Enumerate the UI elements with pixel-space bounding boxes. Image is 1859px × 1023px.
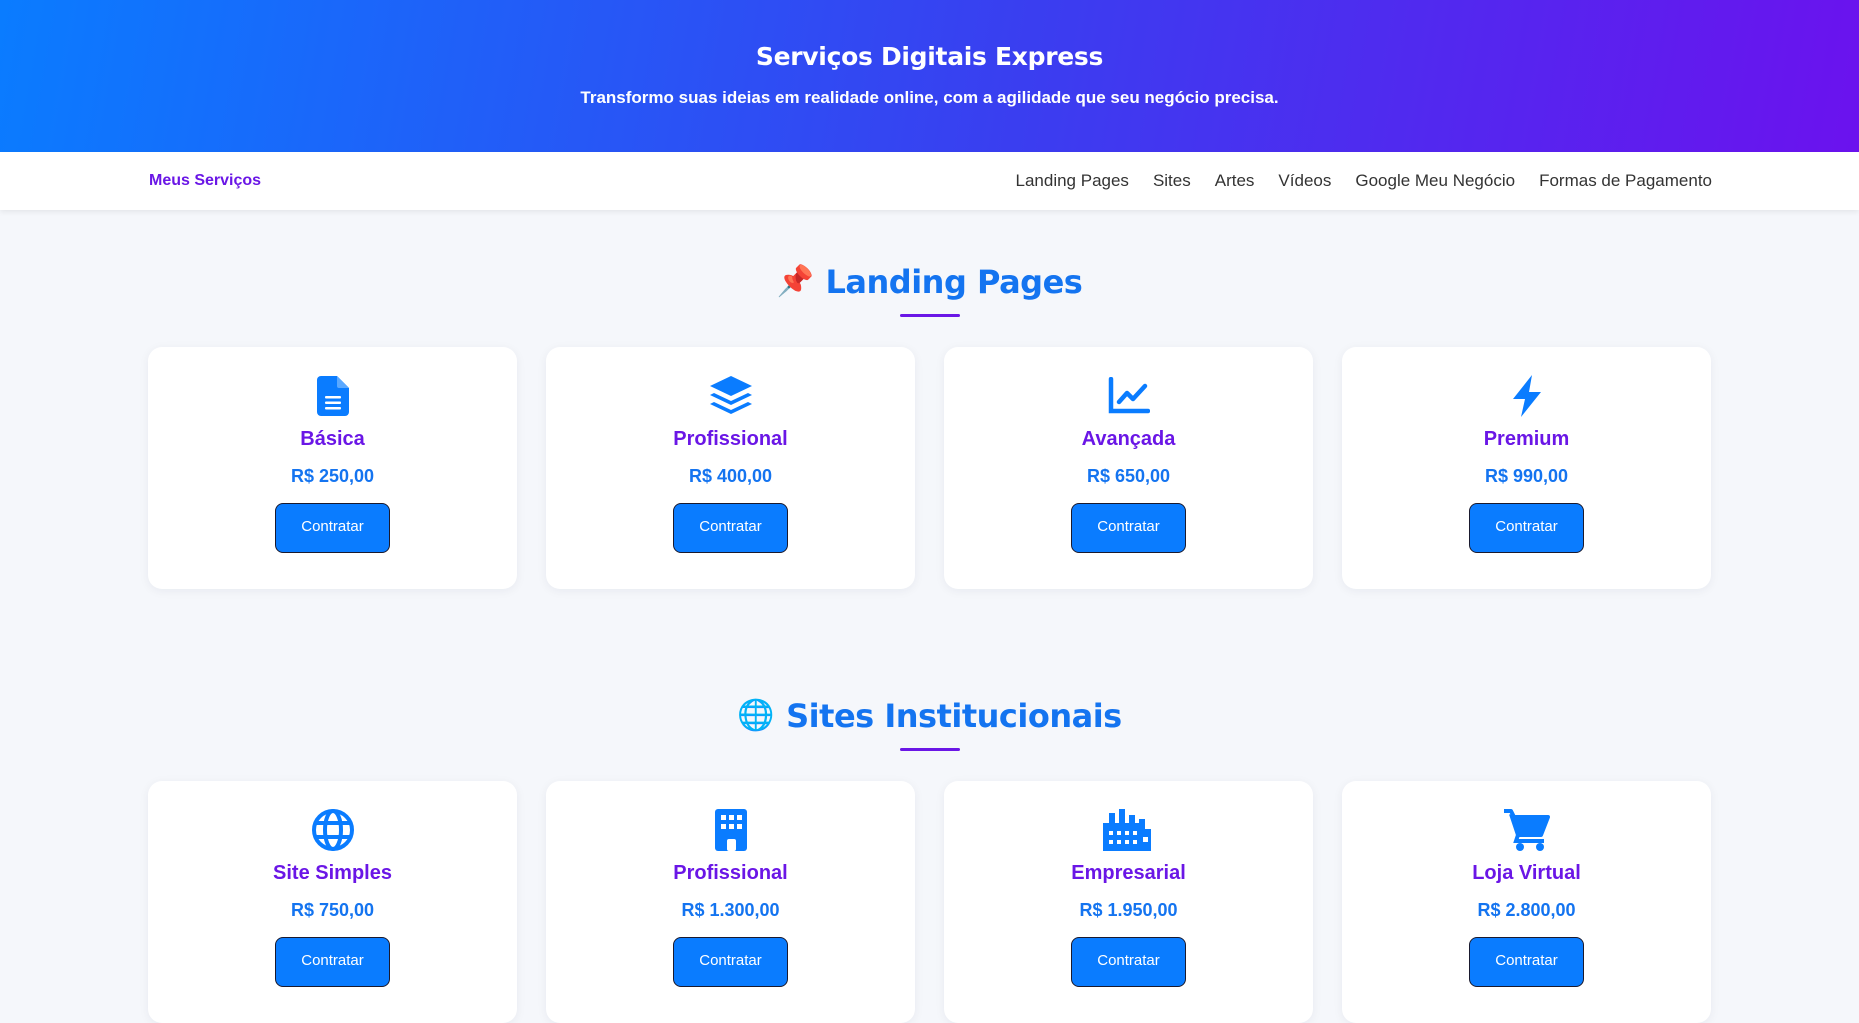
pushpin-icon: 📌	[776, 264, 814, 299]
card-price: R$ 400,00	[688, 466, 773, 486]
card-title: Empresarial	[1071, 862, 1186, 884]
card-title: Profissional	[673, 862, 788, 884]
navbar: Meus Serviços Landing Pages Sites Artes …	[0, 152, 1859, 210]
layers-icon	[546, 375, 915, 417]
card-price: R$ 990,00	[1484, 466, 1569, 486]
contratar-button[interactable]: Contratar	[1469, 503, 1584, 553]
card-title: Avançada	[1081, 428, 1176, 450]
service-card: Profissional R$ 1.300,00 Contratar	[546, 781, 915, 1023]
section-title: 📌 Landing Pages	[0, 263, 1859, 301]
cart-icon	[1342, 809, 1711, 851]
service-card: Básica R$ 250,00 Contratar	[148, 347, 517, 589]
bolt-icon	[1342, 375, 1711, 417]
card-price: R$ 250,00	[290, 466, 375, 486]
section-title: 🌐 Sites Institucionais	[0, 697, 1859, 735]
file-icon	[148, 375, 517, 417]
service-card: Loja Virtual R$ 2.800,00 Contratar	[1342, 781, 1711, 1023]
globe-icon	[148, 809, 517, 851]
globe-emoji-icon: 🌐	[737, 698, 775, 733]
brand-link[interactable]: Meus Serviços	[149, 172, 261, 190]
card-grid: Básica R$ 250,00 Contratar Profissional …	[148, 347, 1711, 589]
service-card: Avançada R$ 650,00 Contratar	[944, 347, 1313, 589]
section-landing-pages: 📌 Landing Pages Básica R$ 250,00 Contrat…	[0, 263, 1859, 589]
card-grid: Site Simples R$ 750,00 Contratar Profiss…	[148, 781, 1711, 1023]
contratar-button[interactable]: Contratar	[673, 503, 788, 553]
contratar-button[interactable]: Contratar	[1071, 503, 1186, 553]
nav-link-videos[interactable]: Vídeos	[1278, 171, 1331, 191]
hero-subtitle: Transformo suas ideias em realidade onli…	[580, 88, 1279, 107]
contratar-button[interactable]: Contratar	[275, 503, 390, 553]
nav-link-landing-pages[interactable]: Landing Pages	[1016, 171, 1129, 191]
contratar-button[interactable]: Contratar	[673, 937, 788, 987]
hero-header: Serviços Digitais Express Transformo sua…	[0, 0, 1859, 152]
service-card: Site Simples R$ 750,00 Contratar	[148, 781, 517, 1023]
contratar-button[interactable]: Contratar	[1071, 937, 1186, 987]
hero-title: Serviços Digitais Express	[755, 42, 1104, 71]
nav-link-sites[interactable]: Sites	[1153, 171, 1191, 191]
card-price: R$ 2.800,00	[1477, 900, 1576, 920]
service-card: Empresarial R$ 1.950,00 Contratar	[944, 781, 1313, 1023]
card-price: R$ 750,00	[290, 900, 375, 920]
title-underline	[899, 748, 960, 751]
title-underline	[899, 314, 960, 317]
section-title-text: Sites Institucionais	[786, 697, 1122, 735]
card-price: R$ 650,00	[1086, 466, 1171, 486]
card-price: R$ 1.300,00	[681, 900, 780, 920]
nav-link-artes[interactable]: Artes	[1215, 171, 1255, 191]
nav-links: Landing Pages Sites Artes Vídeos Google …	[1016, 171, 1713, 191]
card-title: Premium	[1483, 428, 1570, 450]
service-card: Premium R$ 990,00 Contratar	[1342, 347, 1711, 589]
service-card: Profissional R$ 400,00 Contratar	[546, 347, 915, 589]
card-title: Profissional	[673, 428, 788, 450]
contratar-button[interactable]: Contratar	[275, 937, 390, 987]
chart-line-icon	[944, 375, 1313, 417]
card-title: Loja Virtual	[1472, 862, 1581, 884]
nav-link-formas-de-pagamento[interactable]: Formas de Pagamento	[1539, 171, 1712, 191]
contratar-button[interactable]: Contratar	[1469, 937, 1584, 987]
card-title: Básica	[300, 428, 365, 450]
card-title: Site Simples	[273, 862, 392, 884]
card-price: R$ 1.950,00	[1079, 900, 1178, 920]
nav-link-google-meu-negocio[interactable]: Google Meu Negócio	[1355, 171, 1515, 191]
building-icon	[546, 809, 915, 851]
section-title-text: Landing Pages	[825, 263, 1083, 301]
section-sites-institucionais: 🌐 Sites Institucionais Site Simples R$ 7…	[0, 697, 1859, 1023]
industry-icon	[944, 809, 1313, 851]
